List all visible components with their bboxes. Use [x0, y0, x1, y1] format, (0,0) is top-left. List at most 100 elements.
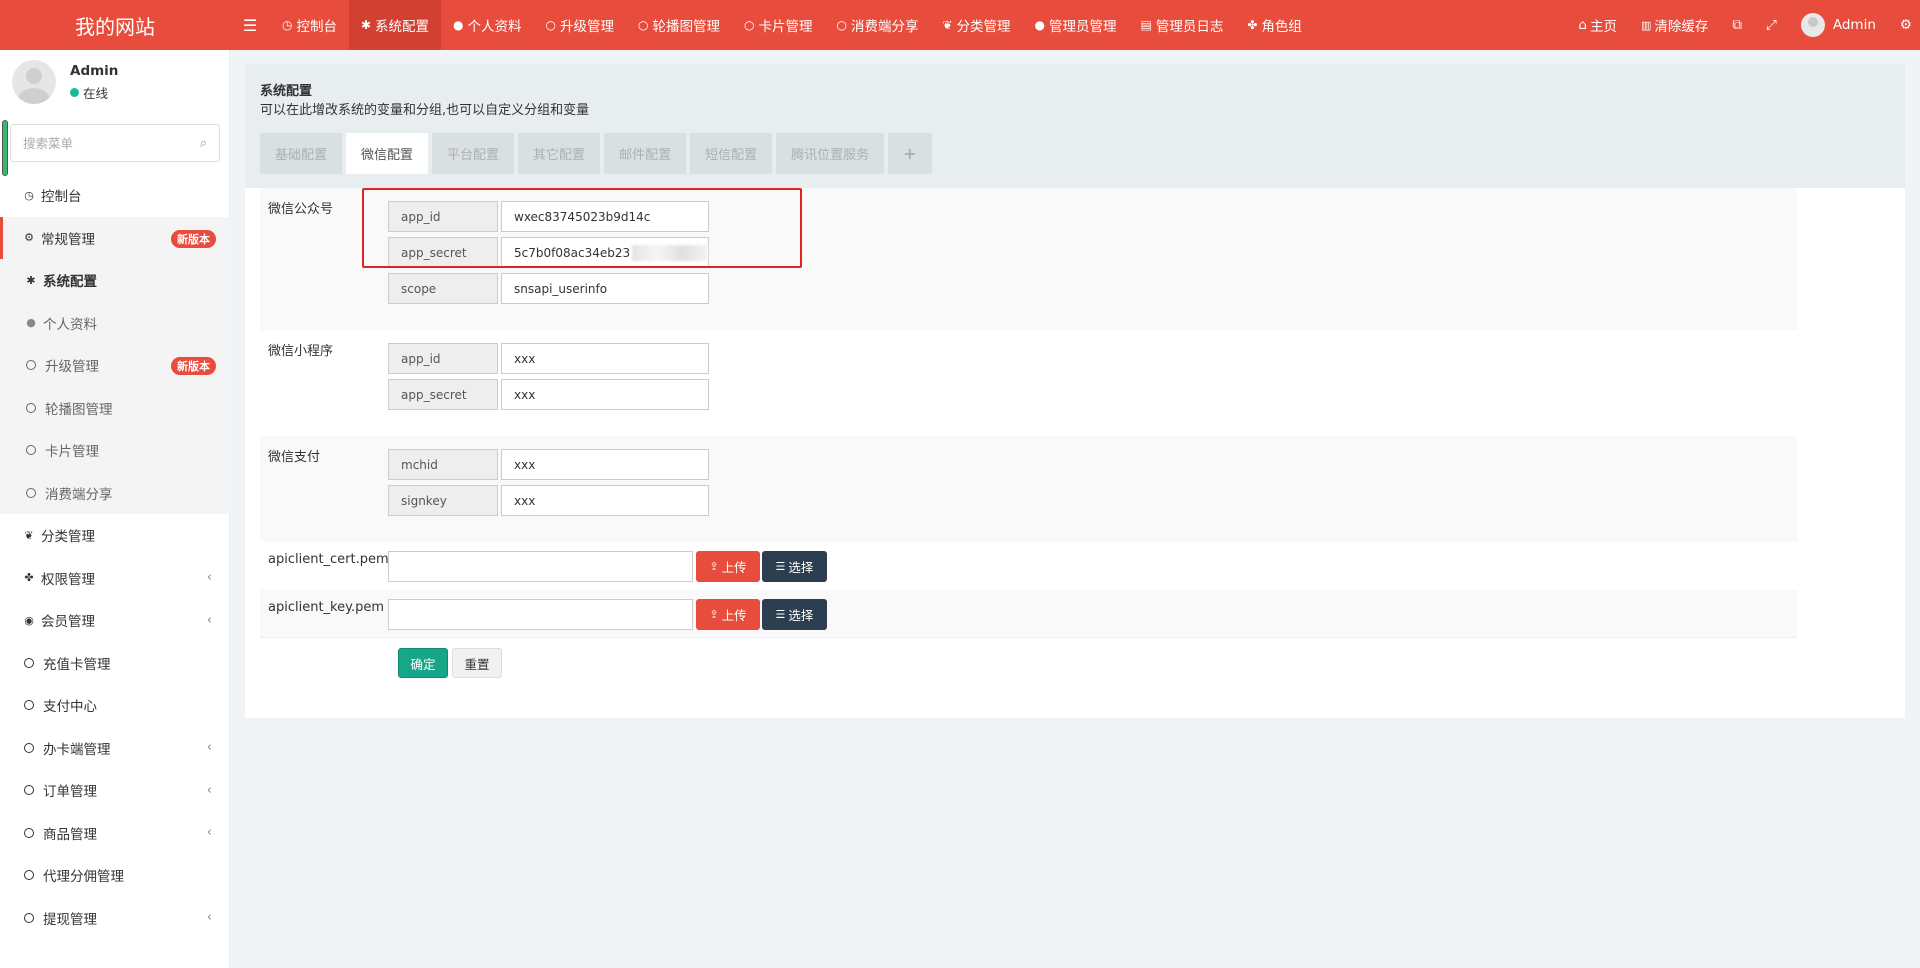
mini-app-id-input[interactable]: xxx	[501, 343, 709, 374]
leaf-icon: ❦	[24, 528, 34, 542]
circle-icon: ○	[545, 18, 557, 32]
top-nav-label: 轮播图管理	[652, 19, 721, 35]
top-nav-admin[interactable]: ● 管理员管理	[1023, 0, 1129, 50]
sidebar-item-permissions[interactable]: ✤ 权限管理 ‹	[0, 557, 230, 600]
settings-icon[interactable]: ⚙	[1888, 0, 1920, 50]
choose-button[interactable]: ☰ 选择	[762, 599, 827, 630]
sidebar-item-cards[interactable]: 卡片管理	[0, 429, 230, 472]
field-key: app_secret	[388, 379, 498, 410]
tab-other[interactable]: 其它配置	[518, 133, 601, 174]
top-nav-consumer-share[interactable]: ○ 消费端分享	[824, 0, 930, 50]
cogs-icon: ⚙	[24, 231, 34, 245]
mini-app-secret-input[interactable]: xxx	[501, 379, 709, 410]
sidebar-item-card-issuer[interactable]: 办卡端管理 ‹	[0, 727, 230, 770]
sidebar-item-withdraw[interactable]: 提现管理 ‹	[0, 897, 230, 940]
top-nav-category[interactable]: ❦ 分类管理	[930, 0, 1022, 50]
circle-icon	[24, 657, 34, 668]
user-status: 在线	[70, 83, 118, 102]
row-label: 微信支付	[268, 450, 321, 465]
sidebar-item-label: 消费端分享	[45, 486, 113, 503]
upload-button[interactable]: ⇪ 上传	[696, 551, 760, 582]
sidebar-item-members[interactable]: ◉ 会员管理 ‹	[0, 599, 230, 642]
sidebar-item-category[interactable]: ❦ 分类管理	[0, 514, 230, 557]
user-icon: ●	[26, 316, 36, 330]
config-row-cert-file: apiclient_cert.pem ⇪ 上传 ☰ 选择	[260, 542, 1797, 590]
reset-button[interactable]: 重置	[452, 648, 502, 678]
top-nav-label: 管理员日志	[1155, 19, 1224, 35]
home-link[interactable]: ⌂ 主页	[1566, 0, 1629, 50]
row-label: apiclient_key.pem	[268, 600, 384, 615]
search-icon[interactable]: ⌕	[200, 136, 207, 151]
tab-platform[interactable]: 平台配置	[432, 133, 515, 174]
sidebar-item-general[interactable]: ⚙ 常规管理 新版本	[0, 216, 230, 259]
sidebar-item-carousel[interactable]: 轮播图管理	[0, 387, 230, 430]
site-logo[interactable]: 我的网站	[0, 0, 230, 50]
sidebar-scrollbar[interactable]	[2, 120, 8, 176]
key-file-input[interactable]	[388, 599, 693, 630]
choose-label: 选择	[788, 560, 814, 575]
sidebar-item-system-config[interactable]: ✱ 系统配置	[0, 259, 230, 302]
sidebar-item-recharge-cards[interactable]: 充值卡管理	[0, 642, 230, 685]
menu-search-input[interactable]	[23, 135, 200, 151]
admin-menu[interactable]: Admin	[1789, 0, 1888, 50]
upload-button[interactable]: ⇪ 上传	[696, 599, 760, 630]
list-icon: ▤	[1140, 18, 1152, 32]
status-label: 在线	[83, 85, 109, 101]
clear-cache-label: 清除缓存	[1654, 19, 1709, 35]
sidebar-item-orders[interactable]: 订单管理 ‹	[0, 769, 230, 812]
top-nav-role-group[interactable]: ✤ 角色组	[1235, 0, 1314, 50]
top-nav-label: 管理员管理	[1049, 19, 1117, 35]
sidebar-item-label: 代理分佣管理	[43, 869, 124, 886]
top-nav-profile[interactable]: ● 个人资料	[441, 0, 533, 50]
scope-input[interactable]: snsapi_userinfo	[501, 273, 709, 304]
field-key: scope	[388, 273, 498, 304]
top-header: 我的网站 ☰ ◷ 控制台 ✱ 系统配置 ● 个人资料 ○ 升级管理 ○ 轮播图管理 ○ 卡片…	[0, 0, 1920, 50]
add-tab-button[interactable]: +	[888, 133, 932, 174]
sidebar-item-payment[interactable]: 支付中心	[0, 684, 230, 727]
sidebar-item-label: 系统配置	[43, 274, 97, 291]
user-icon: ●	[453, 18, 464, 32]
sidebar-item-dashboard[interactable]: ◷ 控制台	[0, 174, 230, 217]
submit-button[interactable]: 确定	[398, 648, 448, 678]
circle-icon	[26, 445, 36, 456]
sidebar-item-consumer-share[interactable]: 消费端分享	[0, 472, 230, 515]
top-nav-dashboard[interactable]: ◷ 控制台	[270, 0, 349, 50]
row-label: 微信小程序	[268, 344, 334, 359]
sidebar-item-label: 商品管理	[43, 826, 97, 843]
group-icon: ✤	[24, 571, 34, 585]
tab-basic[interactable]: 基础配置	[260, 133, 343, 174]
online-dot-icon	[70, 87, 79, 97]
sidebar-submenu: ✱ 系统配置 ● 个人资料 升级管理 新版本 轮播图管理 卡片管理 消费端分享	[0, 259, 230, 514]
sidebar-item-products[interactable]: 商品管理 ‹	[0, 812, 230, 855]
top-nav-carousel[interactable]: ○ 轮播图管理	[626, 0, 732, 50]
panel-heading: 系统配置 可以在此增改系统的变量和分组,也可以自定义分组和变量 基础配置 微信配…	[245, 64, 1905, 188]
sidebar-toggle-icon[interactable]: ☰	[230, 0, 270, 50]
top-nav-cards[interactable]: ○ 卡片管理	[732, 0, 824, 50]
choose-button[interactable]: ☰ 选择	[762, 551, 827, 582]
tab-tencent-location[interactable]: 腾讯位置服务	[776, 133, 885, 174]
top-nav-upgrade[interactable]: ○ 升级管理	[534, 0, 626, 50]
dashboard-icon: ◷	[282, 18, 293, 32]
sidebar-item-agent-commission[interactable]: 代理分佣管理	[0, 854, 230, 897]
chevron-left-icon: ‹	[206, 910, 212, 926]
fullscreen-icon[interactable]: ⤢	[1754, 0, 1789, 50]
cert-file-input[interactable]	[388, 551, 693, 582]
clear-cache-button[interactable]: ▥ 清除缓存	[1629, 0, 1720, 50]
translate-icon[interactable]: ⧉	[1720, 0, 1754, 50]
config-row-wechat-pay: 微信支付 mchid xxx signkey xxx	[260, 436, 1797, 542]
top-nav-admin-log[interactable]: ▤ 管理员日志	[1129, 0, 1236, 50]
sidebar-item-upgrade[interactable]: 升级管理 新版本	[0, 344, 230, 387]
field-key: mchid	[388, 449, 498, 480]
top-nav-label: 升级管理	[560, 19, 615, 35]
tab-email[interactable]: 邮件配置	[604, 133, 687, 174]
gear-icon: ✱	[360, 18, 372, 32]
tab-wechat[interactable]: 微信配置	[346, 133, 429, 174]
sidebar-item-profile[interactable]: ● 个人资料	[0, 302, 230, 345]
upload-label: 上传	[721, 560, 747, 575]
upload-label: 上传	[721, 608, 747, 623]
home-label: 主页	[1590, 19, 1617, 35]
mchid-input[interactable]: xxx	[501, 449, 709, 480]
signkey-input[interactable]: xxx	[501, 485, 709, 516]
top-nav-system-config[interactable]: ✱ 系统配置	[348, 0, 442, 50]
tab-sms[interactable]: 短信配置	[690, 133, 773, 174]
